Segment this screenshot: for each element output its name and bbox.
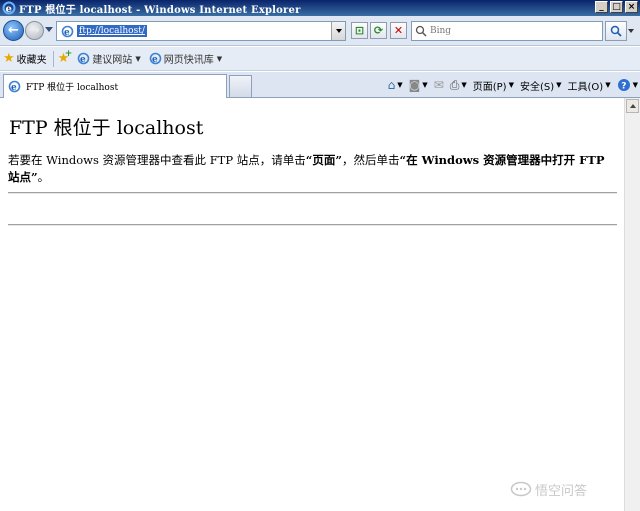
page-title: FTP 根位于 localhost	[9, 117, 204, 139]
ie-page-icon: e	[61, 25, 74, 38]
tools-menu-label: 工具(O)	[567, 81, 604, 93]
chevron-down-icon	[335, 29, 342, 33]
recent-pages-dropdown[interactable]	[45, 27, 53, 32]
read-mail-button[interactable]: ✉	[434, 79, 444, 91]
title-bar: e FTP 根位于 localhost - Windows Internet E…	[0, 0, 640, 16]
instruction-page-menu-ref: “页面”	[305, 153, 342, 167]
chevron-up-icon	[629, 104, 636, 108]
mail-icon: ✉	[433, 78, 444, 92]
compatibility-icon: ⊡	[354, 24, 365, 37]
svg-text:e: e	[80, 55, 86, 65]
add-to-favorites-bar-button[interactable]: ★ +	[58, 49, 73, 66]
search-icon	[610, 25, 622, 37]
minimize-button[interactable]: _	[595, 1, 608, 13]
instruction-part3: 。	[37, 170, 50, 184]
favorites-link-web-slice-gallery[interactable]: e 网页快讯库 ▼	[149, 51, 222, 66]
refresh-button[interactable]: ⟳	[370, 22, 387, 39]
refresh-icon: ⟳	[373, 24, 384, 37]
page-menu-label: 页面(P)	[472, 81, 507, 93]
forward-button[interactable]: →	[25, 21, 44, 40]
command-bar: ⌂ ▼ ◙ ▼ ✉ ⎙ ▼ 页面(P) ▼ 安全(S) ▼ 工具(O) ▼ ? ▼	[382, 75, 638, 95]
favorites-link-suggested-sites[interactable]: e 建议网站 ▼	[77, 51, 141, 66]
address-input[interactable]: ftp://localhost/	[77, 25, 147, 37]
address-dropdown-button[interactable]	[331, 22, 345, 40]
page-menu-button[interactable]: 页面(P) ▼	[473, 78, 514, 93]
caret-down-icon: ▼	[216, 54, 223, 63]
print-button[interactable]: ⎙ ▼	[450, 79, 467, 91]
tools-menu-button[interactable]: 工具(O) ▼	[568, 78, 611, 93]
favorites-star-icon: ★	[3, 51, 15, 66]
forward-arrow-icon: →	[29, 23, 40, 38]
home-button[interactable]: ⌂ ▼	[388, 79, 403, 91]
address-bar[interactable]: e ftp://localhost/	[56, 21, 346, 41]
caret-down-icon: ▼	[632, 81, 638, 89]
vertical-scrollbar[interactable]	[624, 98, 640, 511]
help-button[interactable]: ? ▼	[617, 78, 638, 92]
svg-text:e: e	[6, 4, 12, 15]
search-box[interactable]: Bing	[411, 21, 603, 41]
new-tab-button[interactable]	[229, 75, 252, 97]
stop-button[interactable]: ✕	[390, 22, 407, 39]
printer-icon: ⎙	[449, 78, 460, 92]
svg-text:e: e	[11, 83, 17, 93]
back-arrow-icon: ←	[8, 23, 19, 38]
instruction-part2: ，然后单击	[341, 153, 400, 167]
ie-logo-icon: e	[2, 1, 16, 15]
svg-text:e: e	[64, 28, 70, 38]
favorites-button[interactable]: 收藏夹	[17, 51, 47, 66]
caret-down-icon: ▼	[135, 54, 141, 63]
favorites-link-label: 网页快讯库	[163, 55, 214, 66]
ie-page-icon: e	[149, 52, 162, 65]
safety-menu-button[interactable]: 安全(S) ▼	[520, 78, 562, 93]
caret-down-icon: ▼	[397, 81, 403, 89]
close-button[interactable]: ×	[625, 1, 638, 13]
search-input[interactable]: Bing	[430, 26, 451, 36]
search-options-dropdown[interactable]	[628, 29, 634, 33]
caret-down-icon: ▼	[605, 81, 611, 89]
caret-down-icon: ▼	[422, 81, 428, 89]
caret-down-icon: ▼	[461, 81, 467, 89]
caret-down-icon: ▼	[556, 81, 562, 89]
instruction-part1: 若要在 Windows 资源管理器中查看此 FTP 站点，请单击	[8, 153, 306, 167]
watermark-text: 悟空问答	[535, 484, 588, 499]
page-content: FTP 根位于 localhost 若要在 Windows 资源管理器中查看此 …	[0, 98, 624, 511]
feeds-button[interactable]: ◙ ▼	[409, 79, 428, 91]
home-icon: ⌂	[387, 78, 396, 92]
favorites-bar: ★ 收藏夹 ★ + e 建议网站 ▼ e 网页快讯库 ▼	[0, 47, 640, 71]
separator	[52, 50, 54, 67]
maximize-button[interactable]: □	[610, 1, 623, 13]
watermark: 悟空问答	[510, 480, 587, 499]
caret-down-icon: ▼	[508, 81, 514, 89]
rss-feed-icon: ◙	[408, 78, 421, 92]
safety-menu-label: 安全(S)	[519, 81, 555, 93]
compatibility-view-button[interactable]: ⊡	[351, 22, 368, 39]
plus-icon: +	[64, 49, 73, 59]
ie-page-icon: e	[8, 80, 21, 93]
back-button[interactable]: ←	[3, 20, 24, 41]
instruction-text: 若要在 Windows 资源管理器中查看此 FTP 站点，请单击“页面”，然后单…	[8, 152, 618, 186]
divider	[8, 224, 617, 226]
favorites-link-label: 建议网站	[92, 55, 133, 66]
tab-bar: e FTP 根位于 localhost ⌂ ▼ ◙ ▼ ✉ ⎙ ▼ 页面(P) ▼ 安全…	[0, 72, 640, 98]
help-icon: ?	[617, 79, 630, 92]
window-title: FTP 根位于 localhost - Windows Internet Exp…	[19, 4, 301, 16]
divider	[8, 192, 617, 194]
tab-title: FTP 根位于 localhost	[26, 83, 119, 93]
search-button[interactable]	[605, 21, 627, 41]
stop-icon: ✕	[393, 24, 404, 37]
window-controls: _ □ ×	[595, 1, 638, 13]
scroll-up-button[interactable]	[626, 99, 639, 113]
svg-text:e: e	[152, 55, 158, 65]
svg-text:?: ?	[621, 82, 626, 92]
bing-search-logo-icon	[415, 25, 427, 37]
ie-page-icon: e	[78, 52, 90, 65]
navigation-bar: ← → e ftp://localhost/ ⊡ ⟳ ✕ Bing	[0, 16, 640, 46]
tab-ftp-localhost[interactable]: e FTP 根位于 localhost	[3, 74, 227, 98]
chat-bubble-icon	[510, 481, 532, 496]
